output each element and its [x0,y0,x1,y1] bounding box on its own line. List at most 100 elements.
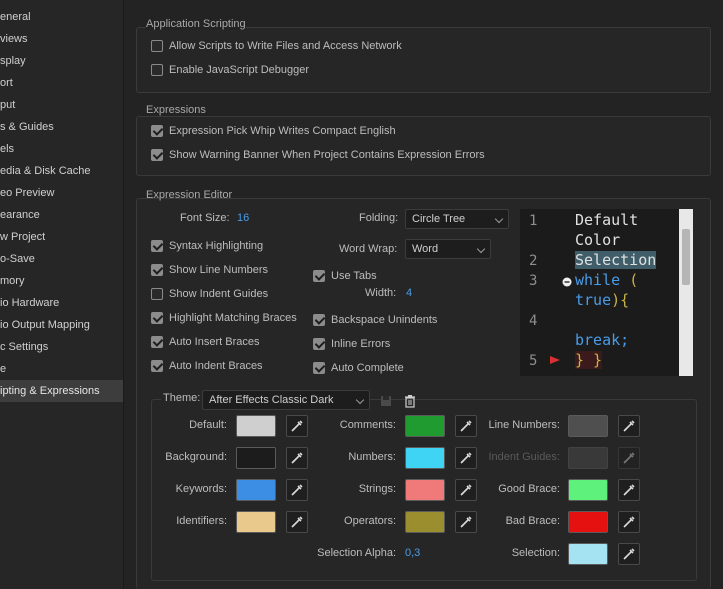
sidebar-item-memory[interactable]: mory [0,270,123,292]
word-wrap-dropdown[interactable]: Word [405,239,491,259]
error-marker-icon [550,356,560,364]
theme-dropdown[interactable]: After Effects Classic Dark [202,390,370,410]
sidebar-item-audio-output-mapping[interactable]: io Output Mapping [0,314,123,336]
show-indent-guides-checkbox[interactable]: Show Indent Guides [151,288,268,300]
sidebar-item-general[interactable]: eneral [0,6,123,28]
backspace-unindents-checkbox[interactable]: Backspace Unindents [313,314,437,326]
sidebar-item-scripting-expressions[interactable]: ipting & Expressions [0,380,123,402]
code-line: true){ [575,291,630,309]
line-numbers-color-swatch[interactable] [568,415,608,437]
sidebar-item-type[interactable]: e [0,358,123,380]
line-numbers-color-label: Line Numbers: [488,419,560,431]
sidebar-item-previews[interactable]: views [0,28,123,50]
selection-color-swatch[interactable] [568,543,608,565]
auto-indent-braces-checkbox[interactable]: Auto Indent Braces [151,360,263,372]
editor-scrollbar[interactable] [679,209,693,376]
allow-scripts-checkbox[interactable]: Allow Scripts to Write Files and Access … [151,40,402,52]
checkbox-box[interactable] [151,312,163,324]
scrollbar-thumb[interactable] [682,229,690,285]
font-size-value[interactable]: 16 [237,212,249,224]
chevron-down-icon [355,395,365,405]
sidebar-item-display[interactable]: splay [0,50,123,72]
fold-circle-icon[interactable] [560,275,574,289]
folding-dropdown[interactable]: Circle Tree [405,209,509,229]
auto-complete-checkbox[interactable]: Auto Complete [313,362,404,374]
operators-color-swatch[interactable] [405,511,445,533]
bad-brace-color-swatch[interactable] [568,511,608,533]
checkbox-box[interactable] [151,149,163,161]
warning-banner-checkbox[interactable]: Show Warning Banner When Project Contain… [151,149,485,161]
background-color-swatch[interactable] [236,447,276,469]
checkbox-box[interactable] [313,270,325,282]
sidebar-item-labels[interactable]: els [0,138,123,160]
checkbox-box[interactable] [151,40,163,52]
sidebar-item-auto-save[interactable]: o-Save [0,248,123,270]
tab-width-label: Width: [365,287,397,299]
background-color-label: Background: [165,451,227,463]
identifiers-color-swatch[interactable] [236,511,276,533]
identifiers-color-label: Identifiers: [176,515,227,527]
selection-alpha-value[interactable]: 0,3 [405,547,420,559]
strings-color-swatch[interactable] [405,479,445,501]
highlight-matching-braces-checkbox[interactable]: Highlight Matching Braces [151,312,297,324]
scripting-title: Application Scripting [146,18,246,30]
indent-guides-color-swatch [568,447,608,469]
sidebar-item-sync-settings[interactable]: c Settings [0,336,123,358]
checkbox-box[interactable] [151,360,163,372]
scripting-group [136,27,711,93]
use-tabs-checkbox[interactable]: Use Tabs [313,270,377,282]
good-brace-color-label: Good Brace: [498,483,560,495]
default-color-swatch[interactable] [236,415,276,437]
checkbox-box[interactable] [151,240,163,252]
pick-whip-checkbox[interactable]: Expression Pick Whip Writes Compact Engl… [151,125,396,137]
operators-color-label: Operators: [344,515,396,527]
checkbox-box[interactable] [151,336,163,348]
save-theme-icon[interactable] [379,394,393,408]
sidebar-item-import[interactable]: ort [0,72,123,94]
numbers-color-swatch[interactable] [405,447,445,469]
checkbox-box[interactable] [151,288,163,300]
eyedropper-icon[interactable] [618,479,640,501]
line-number: 3 [529,273,538,289]
checkbox-box[interactable] [151,264,163,276]
eyedropper-icon[interactable] [618,543,640,565]
syntax-highlighting-checkbox[interactable]: Syntax Highlighting [151,240,263,252]
sidebar-item-video-preview[interactable]: eo Preview [0,182,123,204]
numbers-color-label: Numbers: [348,451,396,463]
code-line: while ( [575,271,639,289]
comments-color-swatch[interactable] [405,415,445,437]
code-line-selection: Selection [575,251,657,269]
checkbox-box[interactable] [313,362,325,374]
bad-brace-color-label: Bad Brace: [505,515,560,527]
js-debugger-checkbox[interactable]: Enable JavaScript Debugger [151,64,309,76]
show-line-numbers-checkbox[interactable]: Show Line Numbers [151,264,268,276]
line-number: 2 [529,253,538,269]
checkbox-box[interactable] [151,125,163,137]
code-line: Default [575,211,639,229]
trash-icon[interactable] [403,394,417,408]
auto-insert-braces-checkbox[interactable]: Auto Insert Braces [151,336,260,348]
sidebar-item-appearance[interactable]: earance [0,204,123,226]
selection-color-label: Selection: [511,547,560,559]
sidebar-item-grids-guides[interactable]: s & Guides [0,116,123,138]
word-wrap-label: Word Wrap: [339,243,398,255]
line-number: 1 [529,213,538,229]
comments-color-label: Comments: [339,419,396,431]
tab-width-value[interactable]: 4 [406,287,412,299]
checkbox-box[interactable] [151,64,163,76]
selection-alpha-label: Selection Alpha: [317,547,396,559]
indent-guides-color-label: Indent Guides: [488,451,560,463]
sidebar-item-new-project[interactable]: w Project [0,226,123,248]
eyedropper-icon[interactable] [618,415,640,437]
sidebar-item-media-disk-cache[interactable]: edia & Disk Cache [0,160,123,182]
checkbox-box[interactable] [313,314,325,326]
inline-errors-checkbox[interactable]: Inline Errors [313,338,390,350]
keywords-color-swatch[interactable] [236,479,276,501]
eyedropper-icon[interactable] [618,511,640,533]
line-number: 5 [529,353,538,369]
checkbox-box[interactable] [313,338,325,350]
sidebar-item-audio-hardware[interactable]: io Hardware [0,292,123,314]
good-brace-color-swatch[interactable] [568,479,608,501]
chevron-down-icon [476,244,486,254]
sidebar-item-output[interactable]: put [0,94,123,116]
